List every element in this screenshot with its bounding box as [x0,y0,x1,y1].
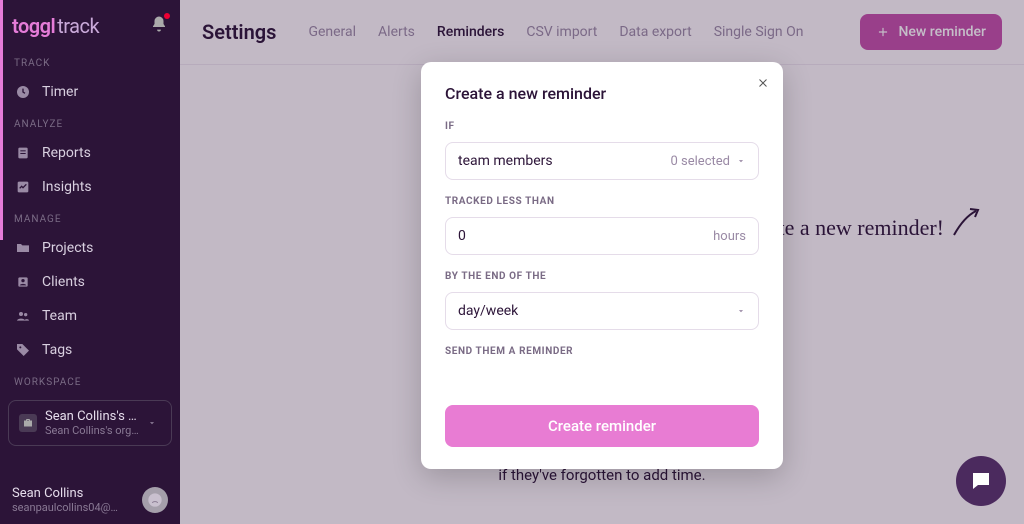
sidebar-item-team[interactable]: Team [0,299,180,333]
brand-name: toggl [12,14,55,38]
modal-title: Create a new reminder [445,84,759,103]
tag-icon [14,341,32,359]
chart-icon [14,178,32,196]
label-if: IF [445,121,759,132]
sidebar-item-label: Tags [42,342,72,358]
main-content: Settings GeneralAlertsRemindersCSV impor… [180,0,1024,524]
workspace-name: Sean Collins's … [45,409,139,424]
sidebar-item-label: Team [42,308,77,324]
sidebar-item-label: Projects [42,240,93,256]
sidebar-item-reports[interactable]: Reports [0,136,180,170]
sidebar-item-label: Insights [42,179,92,195]
sidebar-item-clients[interactable]: Clients [0,265,180,299]
people-icon [14,307,32,325]
briefcase-icon [19,414,37,432]
hours-unit: hours [713,229,746,244]
create-reminder-button[interactable]: Create reminder [445,405,759,447]
accent-stripe [0,0,3,240]
period-select[interactable]: day/week [445,292,759,330]
close-button[interactable] [757,74,769,93]
sidebar-item-timer[interactable]: Timer [0,75,180,109]
label-send: SEND THEM A REMINDER [445,346,759,357]
workspace-switcher[interactable]: Sean Collins's … Sean Collins's org… [8,400,172,446]
folder-icon [14,239,32,257]
user-email: seanpaulcollins04@… [12,501,118,514]
nav-group-title: TRACK [0,48,180,75]
chevron-down-icon [736,156,746,166]
selected-count: 0 selected [671,154,730,169]
user-name: Sean Collins [12,486,118,501]
chevron-down-icon [736,306,746,316]
hours-input[interactable] [458,228,518,244]
workspace-group-title: WORKSPACE [0,367,180,394]
close-icon [757,77,769,89]
create-reminder-modal: Create a new reminder IF team members 0 … [421,62,783,469]
logo[interactable]: toggltrack [12,14,99,38]
notification-dot-icon [164,13,170,19]
nav-group-title: ANALYZE [0,109,180,136]
sidebar-item-projects[interactable]: Projects [0,231,180,265]
chat-icon [969,469,993,493]
period-value: day/week [458,303,518,319]
notification-bell-icon[interactable] [150,15,168,37]
doc-icon [14,144,32,162]
create-reminder-label: Create reminder [548,417,656,435]
chat-fab[interactable] [956,456,1006,506]
label-end: BY THE END OF THE [445,271,759,282]
avatar [142,487,168,513]
chevron-down-icon [147,418,157,428]
user-menu[interactable]: Sean Collins seanpaulcollins04@… [0,476,180,524]
sidebar-item-label: Reports [42,145,91,161]
sidebar-item-insights[interactable]: Insights [0,170,180,204]
sidebar-item-label: Timer [42,84,78,100]
team-members-label: team members [458,153,553,169]
team-members-select[interactable]: team members 0 selected [445,142,759,180]
hours-field: hours [445,217,759,255]
person-icon [14,273,32,291]
sidebar: toggltrack TRACK Timer ANALYZE Reports Insig… [0,0,180,524]
nav-group-title: MANAGE [0,204,180,231]
label-tracked: TRACKED LESS THAN [445,196,759,207]
sidebar-item-tags[interactable]: Tags [0,333,180,367]
clock-icon [14,83,32,101]
workspace-sub: Sean Collins's org… [45,424,139,437]
sidebar-item-label: Clients [42,274,85,290]
modal-overlay: Create a new reminder IF team members 0 … [180,0,1024,524]
brand-product: track [57,14,99,38]
